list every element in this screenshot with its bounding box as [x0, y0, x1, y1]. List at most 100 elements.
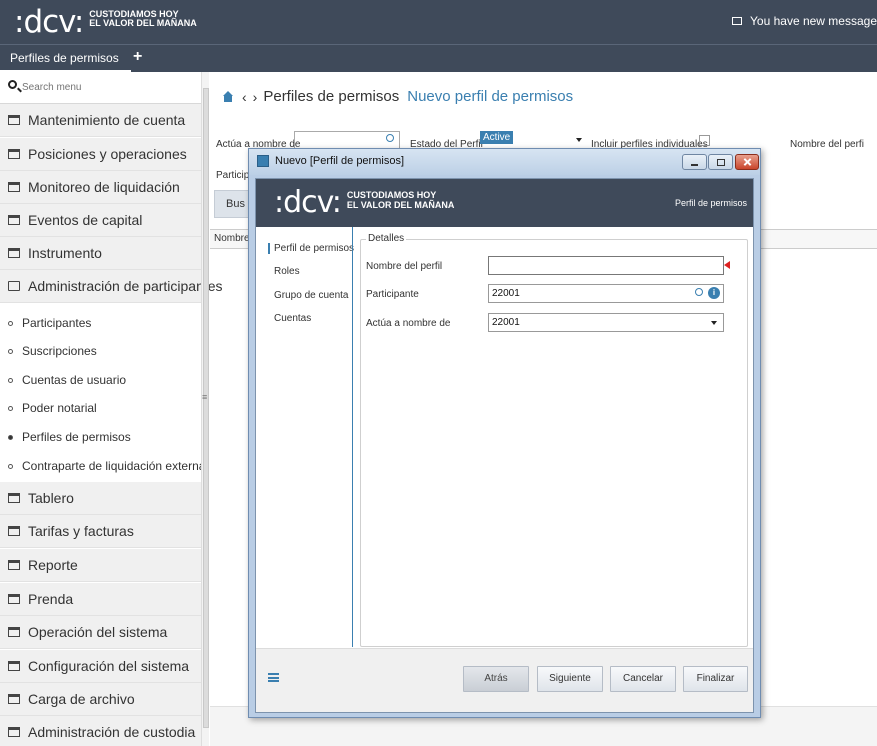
sidebar-item-administracion-participantes[interactable]: Administración de participantes	[0, 270, 223, 303]
wizard-step-perfil[interactable]: Perfil de permisos	[268, 243, 354, 254]
maximize-button[interactable]	[708, 154, 733, 170]
actua-input[interactable]	[294, 131, 400, 149]
sidebar-item-label: Posiciones y operaciones	[28, 146, 187, 162]
breadcrumb-current: Nuevo perfil de permisos	[407, 88, 574, 105]
sidebar-item-instrumento[interactable]: Instrumento	[0, 237, 201, 270]
sidebar-item-mantenimiento[interactable]: Mantenimiento de cuenta	[0, 104, 201, 137]
scrollbar-thumb[interactable]	[203, 88, 209, 728]
sidebar-item-tablero[interactable]: Tablero	[0, 482, 201, 515]
search-icon	[8, 80, 17, 89]
bullet-icon	[8, 463, 13, 469]
sidebar-item-label: Administración de participantes	[28, 278, 223, 294]
required-marker-icon	[724, 261, 730, 269]
sidebar-item-label: Mantenimiento de cuenta	[28, 112, 186, 128]
submenu-participantes[interactable]: Participantes	[0, 309, 201, 337]
sidebar-item-carga[interactable]: Carga de archivo	[0, 683, 201, 716]
sidebar-item-prenda[interactable]: Prenda	[0, 583, 201, 616]
messages-notice[interactable]: You have new message	[732, 14, 877, 28]
submenu-label: Participantes	[22, 316, 92, 330]
dcv-logo[interactable]: :dcv: CUSTODIAMOS HOY EL VALOR DEL MAÑAN…	[14, 4, 197, 40]
participante-input[interactable]: 22001 i	[488, 284, 724, 303]
breadcrumb-item[interactable]: Perfiles de permisos	[263, 88, 399, 105]
sidebar-item-configuracion[interactable]: Configuración del sistema	[0, 650, 201, 683]
info-icon[interactable]: i	[708, 287, 720, 299]
submenu-label: Contraparte de liquidación externa	[22, 459, 206, 473]
wizard-step-grupo-cuenta[interactable]: Grupo de cuenta	[274, 290, 349, 301]
folder-icon	[8, 149, 20, 159]
sidebar-menu: Mantenimiento de cuenta Posiciones y ope…	[0, 72, 223, 746]
close-button[interactable]	[735, 154, 759, 170]
tagline-line-2: EL VALOR DEL MAÑANA	[89, 18, 197, 28]
app-window-icon	[257, 155, 269, 167]
next-button[interactable]: Siguiente	[537, 666, 603, 692]
folder-icon	[8, 594, 20, 604]
sidebar-item-operacion[interactable]: Operación del sistema	[0, 616, 201, 649]
sidebar-item-label: Instrumento	[28, 245, 102, 261]
nombre-perfil-input[interactable]	[488, 256, 724, 275]
tagline-line-2: EL VALOR DEL MAÑANA	[346, 199, 455, 210]
folder-icon	[8, 215, 20, 225]
top-header: :dcv: CUSTODIAMOS HOY EL VALOR DEL MAÑAN…	[0, 0, 877, 44]
dialog-body: :dcv: CUSTODIAMOS HOY EL VALOR DEL MAÑAN…	[255, 178, 754, 713]
folder-icon	[8, 493, 20, 503]
menu-icon[interactable]	[268, 673, 279, 682]
search-icon[interactable]	[695, 288, 703, 296]
sidebar-item-monitoreo[interactable]: Monitoreo de liquidación	[0, 171, 201, 204]
back-button[interactable]: Atrás	[463, 666, 529, 692]
cancel-button[interactable]: Cancelar	[610, 666, 676, 692]
submenu-cuentas-usuario[interactable]: Cuentas de usuario	[0, 366, 201, 394]
add-tab-icon[interactable]: +	[133, 48, 142, 66]
sidebar-scrollbar[interactable]: ≡	[201, 72, 209, 746]
sidebar-item-eventos[interactable]: Eventos de capital	[0, 204, 201, 237]
forward-arrow-icon[interactable]: ›	[253, 89, 258, 105]
sidebar-item-label: Monitoreo de liquidación	[28, 179, 180, 195]
folder-icon	[8, 248, 20, 258]
sidebar-item-label: Tablero	[28, 490, 74, 506]
participante-label: Participante	[366, 289, 419, 300]
envelope-icon	[732, 17, 743, 25]
submenu-suscripciones[interactable]: Suscripciones	[0, 337, 201, 365]
dialog-section-name: Perfil de permisos	[674, 198, 747, 208]
submenu-label: Cuentas de usuario	[22, 373, 127, 387]
submenu-contraparte[interactable]: Contraparte de liquidación externa	[0, 452, 205, 480]
minimize-button[interactable]	[682, 154, 707, 170]
folder-icon	[8, 115, 20, 125]
sidebar-item-tarifas[interactable]: Tarifas y facturas	[0, 515, 201, 548]
sidebar-item-label: Reporte	[28, 557, 78, 573]
finish-button[interactable]: Finalizar	[683, 666, 748, 692]
incluir-checkbox[interactable]	[699, 135, 710, 146]
sidebar-item-posiciones[interactable]: Posiciones y operaciones	[0, 138, 201, 171]
folder-icon	[8, 526, 20, 536]
bullet-icon	[8, 320, 13, 326]
sidebar-item-label: Configuración del sistema	[28, 658, 190, 674]
search-input[interactable]	[22, 77, 192, 97]
tab-bar: Perfiles de permisos +	[0, 44, 877, 72]
sidebar-item-label: Tarifas y facturas	[28, 523, 134, 539]
folder-icon	[8, 627, 20, 637]
folder-icon	[8, 560, 20, 570]
sidebar-item-reporte[interactable]: Reporte	[0, 549, 201, 582]
dialog-titlebar[interactable]: Nuevo [Perfil de permisos]	[249, 149, 760, 175]
breadcrumb: ‹ › Perfiles de permisos Nuevo perfil de…	[222, 88, 573, 105]
bullet-icon	[8, 348, 13, 354]
home-icon[interactable]	[222, 91, 234, 102]
folder-icon	[8, 727, 20, 737]
sidebar-item-custodia[interactable]: Administración de custodia	[0, 716, 201, 746]
sidebar-item-label: Administración de custodia	[28, 724, 196, 740]
back-arrow-icon[interactable]: ‹	[242, 89, 247, 105]
buscar-button[interactable]: Bus	[214, 190, 250, 218]
wizard-step-roles[interactable]: Roles	[274, 266, 300, 277]
wizard-step-cuentas[interactable]: Cuentas	[274, 313, 311, 324]
bullet-icon	[8, 377, 13, 383]
folder-icon	[8, 661, 20, 671]
submenu-poder-notarial[interactable]: Poder notarial	[0, 394, 201, 422]
tab-perfiles-de-permisos[interactable]: Perfiles de permisos	[0, 45, 131, 72]
search-icon[interactable]	[386, 134, 394, 142]
folder-icon	[8, 694, 20, 704]
messages-text: You have new message	[750, 14, 877, 28]
submenu-perfiles-permisos[interactable]: Perfiles de permisos	[0, 423, 201, 451]
estado-select[interactable]: Active	[480, 131, 584, 149]
dialog-header: :dcv: CUSTODIAMOS HOY EL VALOR DEL MAÑAN…	[256, 179, 753, 227]
actua-select[interactable]: 22001	[488, 313, 724, 332]
sidebar-item-label: Prenda	[28, 591, 74, 607]
